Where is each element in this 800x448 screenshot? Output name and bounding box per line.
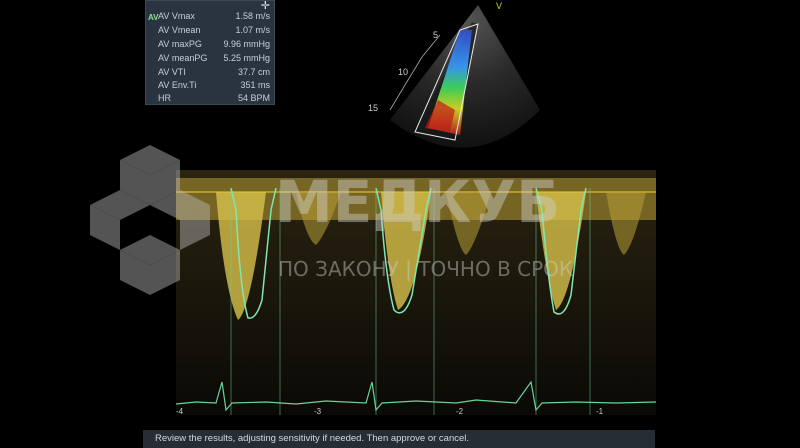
- watermark-title: МЕДКУБ: [275, 168, 560, 236]
- measurement-row: AV Env.Ti 351 ms: [158, 80, 270, 90]
- measurement-row: AV VTI 37.7 cm: [158, 67, 270, 77]
- measurement-row: AV maxPG 9.96 mmHg: [158, 39, 270, 49]
- time-label: -4: [176, 407, 184, 415]
- measurement-panel: AV ✛ AV Vmax 1.58 m/s AV Vmean 1.07 m/s AV…: [145, 0, 275, 105]
- measurement-row: AV Vmax 1.58 m/s: [158, 11, 270, 21]
- watermark: МЕДКУБ ПО ЗАКОНУ | ТОЧНО В СРОК: [90, 145, 573, 295]
- measurement-row: HR 54 BPM: [158, 93, 270, 103]
- orientation-marker: V: [496, 1, 502, 11]
- depth-label: 10: [398, 67, 408, 77]
- measurement-row: AV meanPG 5.25 mmHg: [158, 53, 270, 63]
- measurement-tag: AV: [148, 13, 159, 22]
- measurement-row: AV Vmean 1.07 m/s: [158, 25, 270, 35]
- time-label: -3: [314, 407, 322, 415]
- depth-label: 15: [368, 103, 378, 113]
- watermark-tagline: ПО ЗАКОНУ | ТОЧНО В СРОК: [278, 257, 573, 281]
- time-label: -1: [596, 407, 604, 415]
- watermark-logo: [90, 145, 210, 295]
- time-label: -2: [456, 407, 464, 415]
- depth-label: 5: [433, 30, 438, 40]
- status-bar: Review the results, adjusting sensitivit…: [143, 430, 655, 448]
- status-message: Review the results, adjusting sensitivit…: [155, 433, 470, 444]
